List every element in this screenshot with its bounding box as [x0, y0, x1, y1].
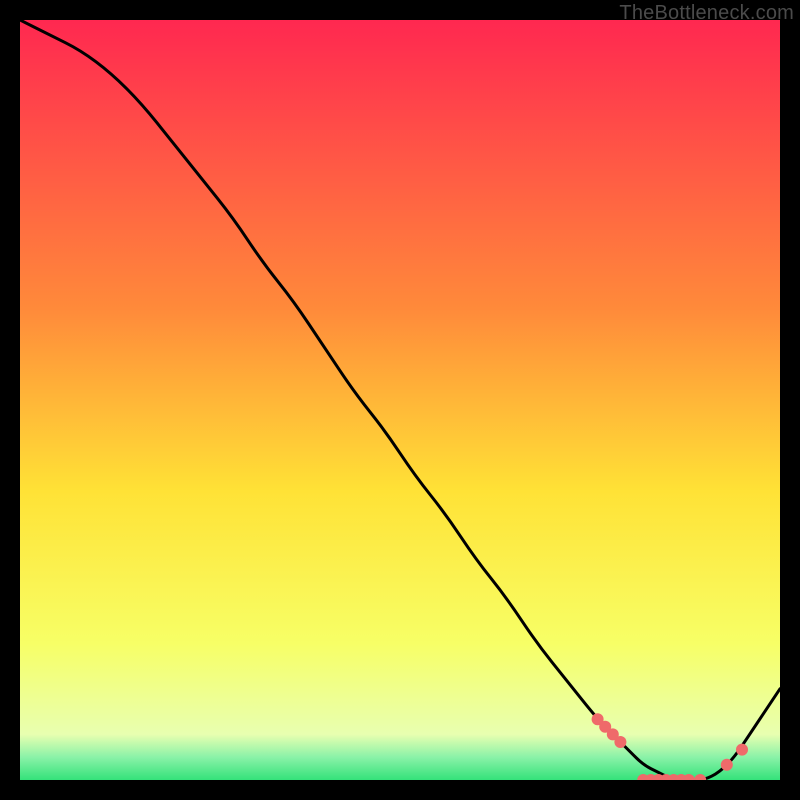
gradient-background	[20, 20, 780, 780]
chart-plot-area	[20, 20, 780, 780]
chart-frame: TheBottleneck.com	[0, 0, 800, 800]
highlight-dot	[721, 759, 733, 771]
chart-svg	[20, 20, 780, 780]
highlight-dot	[614, 736, 626, 748]
attribution-text: TheBottleneck.com	[619, 2, 794, 25]
highlight-dot	[736, 744, 748, 756]
